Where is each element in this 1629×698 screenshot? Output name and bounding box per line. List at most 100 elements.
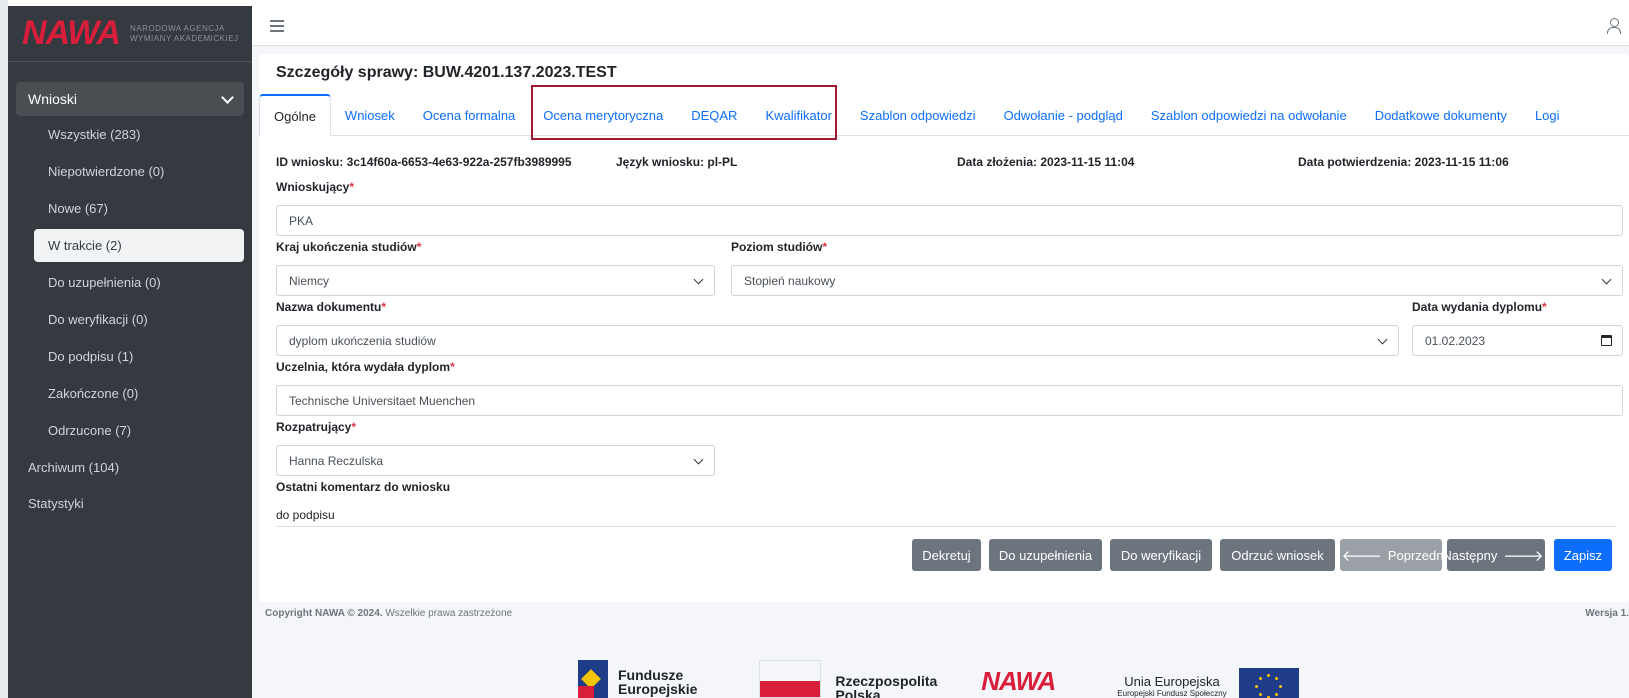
ue-title: Unia Europejska bbox=[1124, 674, 1220, 689]
tab-deqar[interactable]: DEQAR bbox=[677, 94, 751, 136]
next-button[interactable]: Następny 🡒 bbox=[1442, 539, 1545, 571]
sidebar-group-wnioski[interactable]: Wnioski bbox=[16, 82, 244, 116]
reject-application-button[interactable]: Odrzuć wniosek bbox=[1220, 539, 1335, 571]
tab-wniosek[interactable]: Wniosek bbox=[331, 94, 409, 136]
sidebar-item-zakonczone[interactable]: Zakończone (0) bbox=[8, 375, 252, 412]
sidebar-item-do-uzupelnienia[interactable]: Do uzupełnienia (0) bbox=[8, 264, 252, 301]
application-language: Język wniosku: pl-PL bbox=[616, 155, 738, 169]
study-level-value: Stopień naukowy bbox=[744, 273, 836, 288]
sidebar-group-label: Wnioski bbox=[28, 91, 78, 107]
nawa-logo-mark: NAWA bbox=[22, 14, 121, 52]
tab-szablon-odpowiedzi-na-odwolanie[interactable]: Szablon odpowiedzi na odwołanie bbox=[1137, 94, 1361, 136]
chevron-down-icon bbox=[693, 454, 704, 465]
application-id: ID wniosku: 3c14f60a-6653-4e63-922a-257f… bbox=[276, 155, 572, 169]
top-bar bbox=[252, 6, 1629, 46]
submission-date: Data złożenia: 2023-11-15 11:04 bbox=[957, 155, 1135, 169]
chevron-down-icon bbox=[1601, 274, 1612, 285]
to-verify-button[interactable]: Do weryfikacji bbox=[1110, 539, 1212, 571]
study-level-label: Poziom studiów* bbox=[731, 240, 827, 254]
previous-button[interactable]: 🡐 Poprzedni bbox=[1340, 539, 1446, 571]
document-name-label: Nazwa dokumentu* bbox=[276, 300, 386, 314]
sidebar-item-do-weryfikacji[interactable]: Do weryfikacji (0) bbox=[8, 301, 252, 338]
calendar-icon[interactable] bbox=[1601, 335, 1612, 346]
chevron-down-icon bbox=[1377, 334, 1388, 345]
university-field[interactable]: Technische Universitaet Muenchen bbox=[276, 385, 1623, 416]
required-marker: * bbox=[351, 420, 357, 434]
tab-kwalifikator[interactable]: Kwalifikator bbox=[751, 94, 845, 136]
arrow-right-icon: 🡒 bbox=[1503, 547, 1544, 565]
sidebar-item-odrzucone[interactable]: Odrzucone (7) bbox=[8, 412, 252, 449]
sidebar-item-w-trakcie[interactable]: W trakcie (2) bbox=[34, 229, 244, 262]
sidebar-item-nowe[interactable]: Nowe (67) bbox=[8, 190, 252, 227]
polish-flag-icon bbox=[759, 660, 822, 698]
sidebar-nav: Wnioski Wszystkie (283) Niepotwierdzone … bbox=[8, 62, 252, 521]
applicant-value: PKA bbox=[289, 213, 314, 228]
sidebar: NAWA NARODOWA AGENCJA WYMIANY AKADEMICKI… bbox=[8, 6, 252, 698]
ue-subtitle: Europejski Fundusz Społeczny bbox=[1117, 689, 1227, 698]
applicant-label: Wnioskujący* bbox=[276, 180, 354, 194]
sidebar-item-niepotwierdzone[interactable]: Niepotwierdzone (0) bbox=[8, 153, 252, 190]
chevron-down-icon bbox=[693, 274, 704, 285]
fundusze-europejskie-logo-icon bbox=[578, 660, 608, 698]
logo[interactable]: NAWA NARODOWA AGENCJA WYMIANY AKADEMICKI… bbox=[8, 6, 252, 62]
country-label: Kraj ukończenia studiów* bbox=[276, 240, 421, 254]
next-label: Następny bbox=[1442, 547, 1498, 563]
arrow-left-icon: 🡐 bbox=[1341, 547, 1382, 565]
study-level-label-text: Poziom studiów bbox=[731, 240, 823, 254]
rp-line2: Polska bbox=[835, 687, 881, 698]
required-marker: * bbox=[450, 360, 455, 374]
left-gutter bbox=[0, 0, 8, 698]
document-name-select[interactable]: dyplom ukończenia studiów bbox=[276, 325, 1399, 356]
to-complete-button[interactable]: Do uzupełnienia bbox=[989, 539, 1102, 571]
nawa-partner-logo: NAWA bbox=[981, 666, 1056, 696]
issue-date-value: 01.02.2023 bbox=[1425, 333, 1486, 348]
required-marker: * bbox=[1542, 300, 1547, 314]
logo-subtitle-line2: WYMIANY AKADEMICKIEJ bbox=[130, 33, 239, 43]
tab-dodatkowe-dokumenty[interactable]: Dodatkowe dokumenty bbox=[1361, 94, 1521, 136]
hamburger-menu-icon[interactable] bbox=[270, 19, 284, 32]
footer-copyright: Copyright NAWA © 2024. Wszelkie prawa za… bbox=[265, 608, 512, 619]
country-value: Niemcy bbox=[289, 273, 330, 288]
sidebar-item-wszystkie[interactable]: Wszystkie (283) bbox=[8, 116, 252, 153]
applicant-field[interactable]: PKA bbox=[276, 205, 1623, 236]
partner-logos: Fundusze Europejskie Rzeczpospolita Polska… bbox=[578, 660, 1299, 698]
reviewer-label: Rozpatrujący* bbox=[276, 420, 356, 434]
last-comment-value: do podpisu bbox=[276, 508, 335, 522]
fundusze-europejskie-text: Fundusze Europejskie bbox=[618, 668, 697, 696]
logo-subtitle-line1: NARODOWA AGENCJA bbox=[130, 23, 225, 33]
tab-bar: Ogólne Wniosek Ocena formalna Ocena mery… bbox=[259, 94, 1629, 137]
required-marker: * bbox=[822, 240, 828, 254]
previous-label: Poprzedni bbox=[1387, 547, 1447, 563]
last-comment-label: Ostatni komentarz do wniosku bbox=[276, 480, 451, 494]
sidebar-submenu: Wszystkie (283) Niepotwierdzone (0) Nowe… bbox=[8, 116, 252, 449]
issue-date-label: Data wydania dyplomu* bbox=[1412, 300, 1547, 314]
logo-subtitle: NARODOWA AGENCJA WYMIANY AKADEMICKIEJ bbox=[130, 24, 239, 44]
version-label: Wersja 1. bbox=[1585, 608, 1629, 619]
assign-button[interactable]: Dekretuj bbox=[912, 539, 981, 571]
tab-logi[interactable]: Logi bbox=[1521, 94, 1574, 136]
sidebar-item-statystyki[interactable]: Statystyki bbox=[8, 485, 252, 521]
tab-ocena-formalna[interactable]: Ocena formalna bbox=[409, 94, 530, 136]
university-label-text: Uczelnia, która wydała dyplom bbox=[276, 360, 451, 374]
applicant-label-text: Wnioskujący bbox=[276, 180, 350, 194]
copyright-bold: Copyright NAWA © 2024. bbox=[265, 608, 383, 619]
sidebar-item-archiwum[interactable]: Archiwum (104) bbox=[8, 449, 252, 485]
tab-szablon-odpowiedzi[interactable]: Szablon odpowiedzi bbox=[846, 94, 990, 136]
user-icon[interactable] bbox=[1607, 17, 1621, 34]
eu-flag-icon bbox=[1238, 668, 1299, 698]
study-level-select[interactable]: Stopień naukowy bbox=[731, 265, 1623, 296]
tab-ogolne[interactable]: Ogólne bbox=[259, 94, 331, 137]
tab-ocena-merytoryczna[interactable]: Ocena merytoryczna bbox=[529, 94, 677, 136]
save-button[interactable]: Zapisz bbox=[1554, 539, 1612, 571]
tab-odwolanie-podglad[interactable]: Odwołanie - podgląd bbox=[990, 94, 1137, 136]
issue-date-input[interactable]: 01.02.2023 bbox=[1412, 325, 1623, 356]
country-select[interactable]: Niemcy bbox=[276, 265, 715, 296]
rzeczpospolita-polska-text: Rzeczpospolita Polska bbox=[835, 674, 937, 698]
sidebar-item-do-podpisu[interactable]: Do podpisu (1) bbox=[8, 338, 252, 375]
reviewer-value: Hanna Reczulska bbox=[289, 453, 384, 468]
university-value: Technische Universitaet Muenchen bbox=[289, 393, 476, 408]
university-label: Uczelnia, która wydała dyplom* bbox=[276, 360, 455, 374]
document-name-label-text: Nazwa dokumentu bbox=[276, 300, 382, 314]
reviewer-select[interactable]: Hanna Reczulska bbox=[276, 445, 715, 476]
required-marker: * bbox=[381, 300, 387, 314]
